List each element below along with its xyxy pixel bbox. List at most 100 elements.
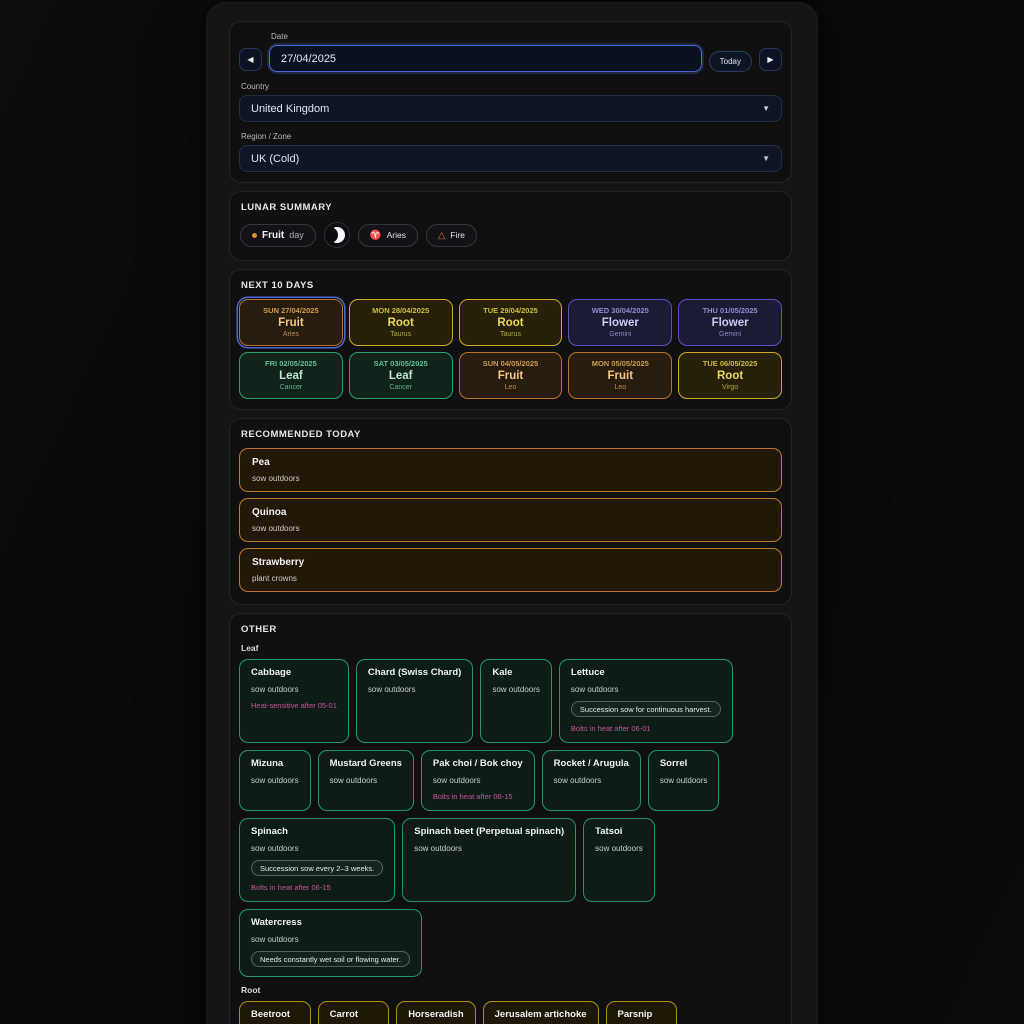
country-select-value: United Kingdom: [251, 103, 329, 115]
recommended-plant-action: sow outdoors: [252, 524, 769, 533]
plant-card: Beetroot sow outdoors: [239, 1001, 311, 1024]
plant-card: Kale sow outdoors: [480, 659, 552, 743]
plant-badge-wrap: Succession sow for continuous harvest.: [571, 694, 721, 717]
arrow-left-icon: ◀: [247, 55, 253, 64]
day-card-date: THU 01/05/2025: [682, 306, 778, 315]
next-days-title: NEXT 10 DAYS: [241, 280, 782, 291]
today-button[interactable]: Today: [709, 51, 752, 72]
day-card[interactable]: TUE 06/05/2025 Root Virgo: [678, 352, 782, 399]
region-select-value: UK (Cold): [251, 153, 299, 165]
region-select[interactable]: UK (Cold) ▼: [239, 145, 782, 172]
day-card[interactable]: TUE 29/04/2025 Root Taurus: [459, 299, 563, 346]
plant-name: Kale: [492, 667, 540, 678]
plant-action: sow outdoors: [571, 685, 721, 694]
plant-name: Lettuce: [571, 667, 721, 678]
plant-action: sow outdoors: [251, 685, 337, 694]
plant-name: Rocket / Arugula: [554, 758, 629, 769]
day-card-date: WED 30/04/2025: [572, 306, 668, 315]
date-row: ◀ Date Today ▶: [239, 32, 782, 72]
plant-name: Parsnip: [618, 1009, 666, 1020]
plant-card: Carrot sow outdoors: [318, 1001, 390, 1024]
plant-group-label: Root: [241, 985, 782, 995]
other-groups: Leaf Cabbage sow outdoors Heat-sensitive…: [239, 643, 782, 1024]
recommended-card: Pea sow outdoors: [239, 448, 782, 492]
aries-symbol-icon: ♈: [370, 230, 382, 241]
recommended-card: Quinoa sow outdoors: [239, 498, 782, 542]
waning-crescent-moon-icon: [324, 222, 350, 248]
day-type-pill: Fruit day: [240, 224, 316, 247]
day-card-date: TUE 06/05/2025: [682, 359, 778, 368]
recommended-plant-action: plant crowns: [252, 574, 769, 583]
plant-name: Pak choi / Bok choy: [433, 758, 523, 769]
date-field-group: Date: [269, 32, 702, 72]
plant-name: Horseradish: [408, 1009, 463, 1020]
next-day-button[interactable]: ▶: [759, 48, 782, 71]
plant-action: sow outdoors: [368, 685, 461, 694]
lunar-pill-row: Fruit day ♈ Aries △ Fire: [239, 221, 782, 250]
day-card[interactable]: THU 01/05/2025 Flower Gemini: [678, 299, 782, 346]
plant-badge: Needs constantly wet soil or flowing wat…: [251, 951, 410, 967]
plant-name: Cabbage: [251, 667, 337, 678]
day-card-date: TUE 29/04/2025: [463, 306, 559, 315]
day-card-sign: Aries: [243, 331, 339, 338]
day-card-sign: Taurus: [463, 331, 559, 338]
day-card-type: Fruit: [572, 370, 668, 382]
controls-panel: ◀ Date Today ▶ Country United Kingdom ▼ …: [229, 21, 792, 183]
country-field-group: Country United Kingdom ▼: [239, 82, 782, 122]
previous-day-button[interactable]: ◀: [239, 48, 262, 71]
day-card-sign: Leo: [463, 384, 559, 391]
day-card-date: FRI 02/05/2025: [243, 359, 339, 368]
zodiac-label: Aries: [387, 230, 406, 240]
plant-note: Bolts in heat after 06-15: [433, 792, 523, 801]
day-card-date: SUN 27/04/2025: [243, 306, 339, 315]
day-card-type: Root: [353, 317, 449, 329]
recommended-plant-name: Strawberry: [252, 557, 769, 568]
date-input[interactable]: [269, 45, 702, 72]
day-card-sign: Cancer: [243, 384, 339, 391]
day-card[interactable]: MON 05/05/2025 Fruit Leo: [568, 352, 672, 399]
plant-card: Mizuna sow outdoors: [239, 750, 311, 811]
plant-action: sow outdoors: [554, 776, 629, 785]
other-title: OTHER: [241, 624, 782, 635]
plant-name: Mustard Greens: [330, 758, 402, 769]
plant-action: sow outdoors: [251, 776, 299, 785]
plant-card-row: Cabbage sow outdoors Heat-sensitive afte…: [239, 659, 782, 977]
day-card[interactable]: FRI 02/05/2025 Leaf Cancer: [239, 352, 343, 399]
plant-card: Spinach beet (Perpetual spinach) sow out…: [402, 818, 576, 902]
day-card-type: Fruit: [243, 317, 339, 329]
plant-note: Bolts in heat after 06-01: [571, 724, 721, 733]
day-card-type: Leaf: [353, 370, 449, 382]
recommended-panel: RECOMMENDED TODAY Pea sow outdoors Quino…: [229, 418, 792, 605]
fire-triangle-icon: △: [438, 230, 445, 241]
plant-name: Watercress: [251, 917, 410, 928]
day-card[interactable]: WED 30/04/2025 Flower Gemini: [568, 299, 672, 346]
day-type-suffix: day: [289, 230, 304, 240]
day-card[interactable]: SUN 04/05/2025 Fruit Leo: [459, 352, 563, 399]
plant-card: Lettuce sow outdoors Succession sow for …: [559, 659, 733, 743]
day-card-sign: Leo: [572, 384, 668, 391]
day-card[interactable]: SUN 27/04/2025 Fruit Aries: [239, 299, 343, 346]
plant-name: Spinach: [251, 826, 383, 837]
plant-name: Carrot: [330, 1009, 378, 1020]
fruit-day-dot-icon: [252, 233, 257, 238]
plant-card-row: Beetroot sow outdoors Carrot sow outdoor…: [239, 1001, 782, 1024]
day-card-type: Flower: [682, 317, 778, 329]
plant-badge-wrap: Succession sow every 2–3 weeks.: [251, 853, 383, 876]
day-card-date: MON 05/05/2025: [572, 359, 668, 368]
day-card-date: MON 28/04/2025: [353, 306, 449, 315]
days-grid: SUN 27/04/2025 Fruit Aries MON 28/04/202…: [239, 299, 782, 399]
element-pill: △ Fire: [426, 224, 477, 247]
plant-card: Tatsoi sow outdoors: [583, 818, 655, 902]
arrow-right-icon: ▶: [767, 55, 773, 64]
plant-badge-wrap: Needs constantly wet soil or flowing wat…: [251, 944, 410, 967]
country-select[interactable]: United Kingdom ▼: [239, 95, 782, 122]
plant-card: Watercress sow outdoors Needs constantly…: [239, 909, 422, 977]
plant-action: sow outdoors: [414, 844, 564, 853]
day-card[interactable]: SAT 03/05/2025 Leaf Cancer: [349, 352, 453, 399]
plant-card: Spinach sow outdoors Succession sow ever…: [239, 818, 395, 902]
day-card-sign: Virgo: [682, 384, 778, 391]
day-card[interactable]: MON 28/04/2025 Root Taurus: [349, 299, 453, 346]
plant-action: sow outdoors: [251, 935, 410, 944]
recommended-plant-action: sow outdoors: [252, 474, 769, 483]
day-card-sign: Gemini: [572, 331, 668, 338]
